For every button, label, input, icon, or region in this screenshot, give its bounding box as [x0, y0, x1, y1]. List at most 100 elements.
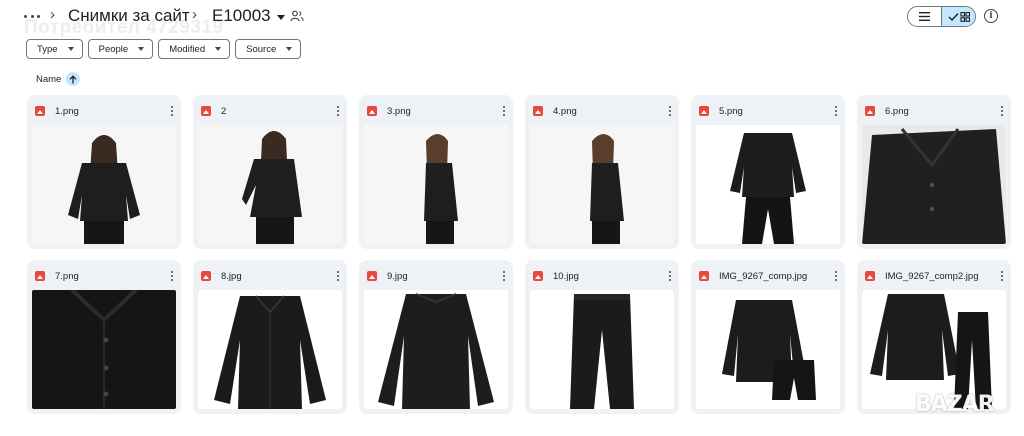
- file-thumbnail[interactable]: [696, 125, 840, 244]
- caret-down-icon: [67, 47, 74, 51]
- filter-modified[interactable]: Modified: [158, 39, 231, 59]
- file-card[interactable]: IMG_9267_comp2.jpg: [857, 260, 1011, 414]
- caret-down-icon: [286, 47, 293, 51]
- thumbnail-image: [696, 290, 840, 409]
- file-thumbnail[interactable]: [364, 290, 508, 409]
- thumbnail-image: [530, 290, 674, 409]
- image-file-icon: [35, 271, 45, 281]
- file-card[interactable]: 9.jpg: [359, 260, 513, 414]
- sort-label: Name: [36, 73, 62, 85]
- more-actions-icon[interactable]: [333, 270, 343, 282]
- dropdown-arrow-icon: [276, 14, 285, 20]
- file-thumbnail[interactable]: [32, 290, 176, 409]
- more-actions-icon[interactable]: [831, 270, 841, 282]
- file-card[interactable]: 3.png: [359, 95, 513, 249]
- thumbnail-image: [862, 125, 1006, 244]
- file-card-header: 3.png: [367, 104, 509, 118]
- file-thumbnail[interactable]: [696, 290, 840, 409]
- file-name: 4.png: [553, 105, 577, 117]
- file-thumbnail[interactable]: [530, 290, 674, 409]
- more-actions-icon[interactable]: [665, 270, 675, 282]
- file-name: 6.png: [885, 105, 909, 117]
- more-actions-icon[interactable]: [499, 105, 509, 117]
- file-card[interactable]: 4.png: [525, 95, 679, 249]
- file-thumbnail[interactable]: [530, 125, 674, 244]
- grid-view-button[interactable]: [941, 7, 975, 26]
- breadcrumb-parent[interactable]: Снимки за сайт: [68, 6, 190, 26]
- thumbnail-image: [530, 125, 674, 244]
- list-icon: [919, 12, 930, 21]
- file-grid: 1.png 2 3.png 4.png 5.png 6.png 7.png 8.jpg 9.jp…: [27, 95, 1017, 414]
- thumbnail-image: [696, 125, 840, 244]
- file-card-header: 5.png: [699, 104, 841, 118]
- file-card-header: 4.png: [533, 104, 675, 118]
- file-card-header: IMG_9267_comp.jpg: [699, 269, 841, 283]
- filter-chips: Type People Modified Source: [26, 39, 302, 59]
- folder-title: E10003: [212, 6, 271, 25]
- thumbnail-image: [32, 125, 176, 244]
- filter-label: Modified: [169, 43, 206, 55]
- more-actions-icon[interactable]: [167, 270, 177, 282]
- file-thumbnail[interactable]: [32, 125, 176, 244]
- caret-down-icon: [138, 47, 145, 51]
- file-card[interactable]: 1.png: [27, 95, 181, 249]
- file-card[interactable]: 2: [193, 95, 347, 249]
- more-actions-icon[interactable]: [997, 270, 1007, 282]
- filter-label: People: [98, 43, 129, 55]
- thumbnail-image: [198, 125, 342, 244]
- more-actions-icon[interactable]: [499, 270, 509, 282]
- file-name: 7.png: [55, 270, 79, 282]
- file-card[interactable]: 8.jpg: [193, 260, 347, 414]
- image-file-icon: [201, 271, 211, 281]
- more-actions-icon[interactable]: [333, 105, 343, 117]
- filter-label: Type: [37, 43, 58, 55]
- file-name: IMG_9267_comp2.jpg: [885, 270, 979, 282]
- thumbnail-image: [364, 290, 508, 409]
- info-icon[interactable]: i: [984, 9, 998, 23]
- filter-people[interactable]: People: [87, 39, 154, 59]
- shared-folder-icon[interactable]: [290, 10, 304, 22]
- file-name: 5.png: [719, 105, 743, 117]
- filter-source[interactable]: Source: [235, 39, 302, 59]
- file-card[interactable]: 10.jpg: [525, 260, 679, 414]
- file-name: IMG_9267_comp.jpg: [719, 270, 808, 282]
- list-view-button[interactable]: [908, 7, 941, 26]
- file-card[interactable]: 7.png: [27, 260, 181, 414]
- file-thumbnail[interactable]: [862, 125, 1006, 244]
- file-thumbnail[interactable]: [364, 125, 508, 244]
- file-thumbnail[interactable]: [198, 125, 342, 244]
- more-actions-icon[interactable]: [997, 105, 1007, 117]
- breadcrumb-current[interactable]: E10003: [212, 6, 285, 26]
- caret-down-icon: [215, 47, 222, 51]
- sort-by-name[interactable]: Name: [36, 72, 81, 86]
- file-card-header: IMG_9267_comp2.jpg: [865, 269, 1007, 283]
- file-card[interactable]: 6.png: [857, 95, 1011, 249]
- file-thumbnail[interactable]: [198, 290, 342, 409]
- more-actions-icon[interactable]: [831, 105, 841, 117]
- top-bar: › Снимки за сайт › E10003 i: [0, 0, 1024, 34]
- arrow-up-icon[interactable]: [66, 72, 81, 86]
- chevron-right-icon: ›: [50, 6, 55, 23]
- image-file-icon: [533, 271, 543, 281]
- more-breadcrumbs-icon[interactable]: [24, 8, 40, 24]
- grid-check-icon: [948, 11, 970, 22]
- file-name: 8.jpg: [221, 270, 242, 282]
- file-name: 3.png: [387, 105, 411, 117]
- more-actions-icon[interactable]: [665, 105, 675, 117]
- image-file-icon: [201, 106, 211, 116]
- file-name: 2: [221, 105, 227, 117]
- file-card[interactable]: 5.png: [691, 95, 845, 249]
- more-actions-icon[interactable]: [167, 105, 177, 117]
- file-card[interactable]: IMG_9267_comp.jpg: [691, 260, 845, 414]
- file-card-header: 9.jpg: [367, 269, 509, 283]
- image-file-icon: [865, 271, 875, 281]
- image-file-icon: [699, 271, 709, 281]
- image-file-icon: [699, 106, 709, 116]
- filter-type[interactable]: Type: [26, 39, 83, 59]
- file-card-header: 2: [201, 104, 343, 118]
- file-name: 1.png: [55, 105, 79, 117]
- thumbnail-image: [364, 125, 508, 244]
- image-file-icon: [865, 106, 875, 116]
- file-name: 9.jpg: [387, 270, 408, 282]
- filter-label: Source: [246, 43, 277, 55]
